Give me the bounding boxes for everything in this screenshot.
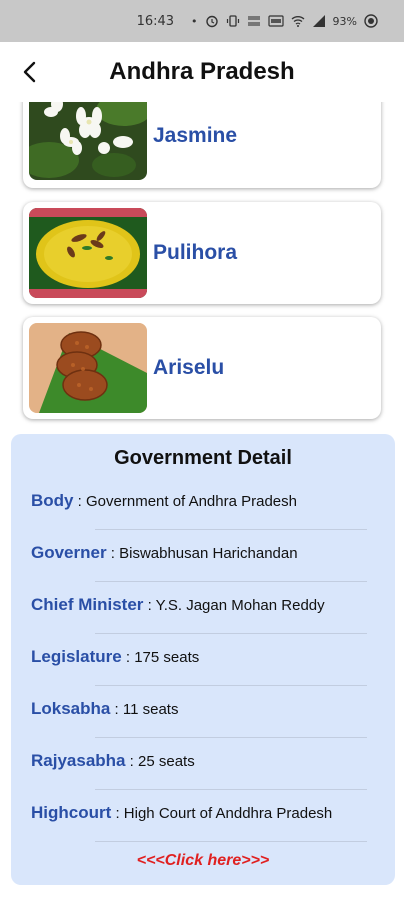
row-value: 25 seats bbox=[138, 753, 195, 770]
data-speed-icon bbox=[247, 14, 261, 28]
pulihora-image bbox=[29, 208, 147, 298]
row-value: 175 seats bbox=[134, 649, 200, 666]
row-separator: : bbox=[111, 805, 124, 822]
government-detail-panel: Government Detail Body : Government of A… bbox=[11, 434, 395, 885]
wifi-icon bbox=[291, 14, 305, 28]
ariselu-image bbox=[29, 323, 147, 413]
food-name: Jasmine bbox=[153, 124, 238, 147]
row-label: Rajyasabha bbox=[31, 751, 126, 770]
notification-dot: • bbox=[191, 14, 198, 28]
volte-icon bbox=[267, 14, 284, 28]
click-here-link[interactable]: <<<Click here>>> bbox=[11, 852, 395, 870]
battery-icon bbox=[364, 14, 378, 28]
status-icons: 16:43 • 93% bbox=[137, 0, 378, 42]
jasmine-image bbox=[29, 102, 147, 180]
gov-row-governer: Governer : Biswabhusan Harichandan bbox=[31, 529, 381, 581]
row-value: 11 seats bbox=[122, 701, 179, 718]
section-title: Government Detail bbox=[114, 447, 292, 469]
gov-row-body: Body : Government of Andhra Pradesh bbox=[31, 477, 381, 529]
gov-row-highcourt: Highcourt : High Court of Anddhra Prades… bbox=[31, 789, 381, 841]
content-scroll[interactable]: Jasmine Pulihora Ariselu Government Deta… bbox=[0, 102, 404, 900]
battery-percentage: 93% bbox=[332, 14, 357, 28]
row-separator: : bbox=[73, 493, 87, 510]
row-label: Governer bbox=[31, 543, 107, 562]
food-name: Pulihora bbox=[153, 241, 238, 264]
row-label: Legislature bbox=[31, 647, 122, 666]
row-separator: : bbox=[110, 701, 123, 718]
gov-row-rajyasabha: Rajyasabha : 25 seats bbox=[31, 737, 381, 789]
food-name: Ariselu bbox=[153, 356, 225, 379]
row-separator: : bbox=[143, 597, 156, 614]
alarm-icon bbox=[205, 14, 219, 28]
page-title: Andhra Pradesh bbox=[109, 58, 295, 85]
row-value: Biswabhusan Harichandan bbox=[119, 545, 298, 562]
row-label: Body bbox=[31, 491, 74, 510]
divider bbox=[95, 841, 367, 842]
signal-icon bbox=[312, 14, 326, 28]
row-separator: : bbox=[125, 753, 139, 770]
gov-row-chief-minister: Chief Minister : Y.S. Jagan Mohan Reddy bbox=[31, 581, 381, 633]
row-label: Loksabha bbox=[31, 699, 111, 718]
row-separator: : bbox=[106, 545, 120, 562]
food-card-ariselu[interactable]: Ariselu bbox=[23, 317, 381, 419]
gov-row-legislature: Legislature : 175 seats bbox=[31, 633, 381, 685]
food-card-jasmine[interactable]: Jasmine bbox=[23, 102, 381, 188]
row-value: Y.S. Jagan Mohan Reddy bbox=[155, 597, 325, 614]
row-separator: : bbox=[121, 649, 135, 666]
status-bar: 16:43 • 93% bbox=[0, 0, 404, 42]
row-label: Highcourt bbox=[31, 803, 112, 822]
app-bar: Andhra Pradesh bbox=[0, 42, 404, 102]
row-label: Chief Minister bbox=[31, 595, 144, 614]
vibrate-icon bbox=[226, 14, 240, 28]
row-value: High Court of Anddhra Pradesh bbox=[123, 805, 333, 822]
status-time: 16:43 bbox=[136, 13, 175, 29]
gov-row-loksabha: Loksabha : 11 seats bbox=[31, 685, 381, 737]
food-card-pulihora[interactable]: Pulihora bbox=[23, 202, 381, 304]
row-value: Government of Andhra Pradesh bbox=[86, 493, 297, 510]
